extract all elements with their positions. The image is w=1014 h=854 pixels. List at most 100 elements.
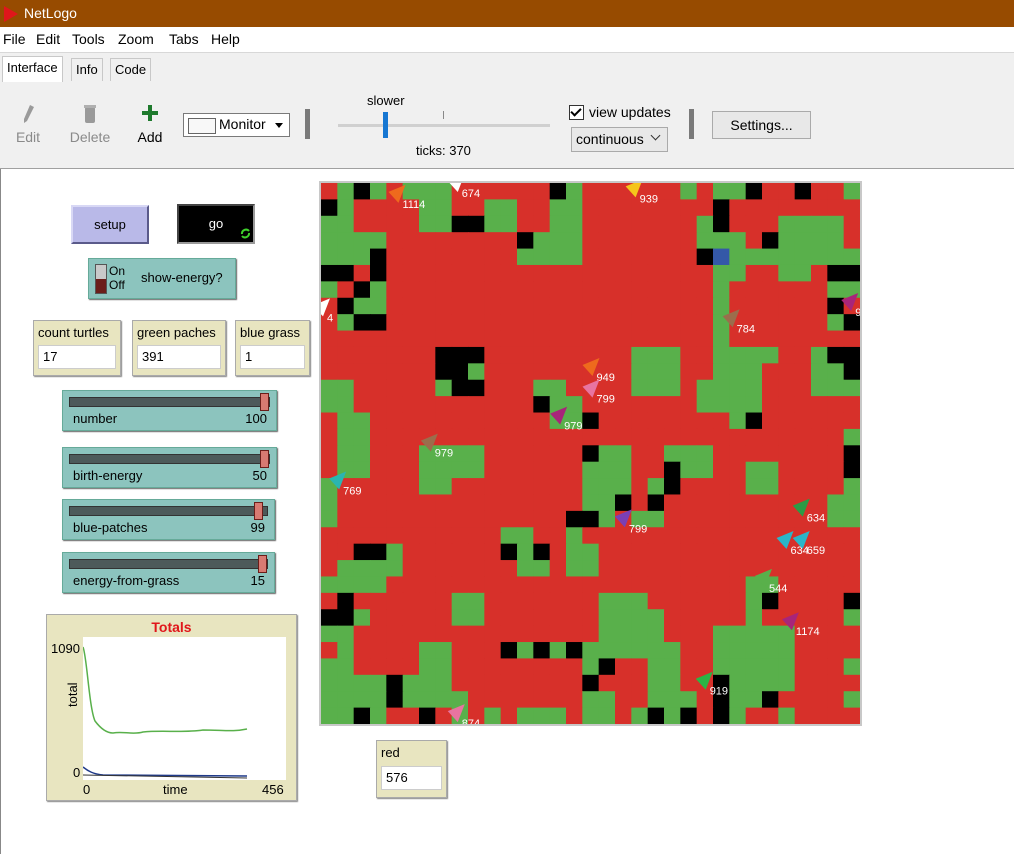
menu-tools[interactable]: Tools bbox=[72, 31, 105, 47]
patch bbox=[794, 691, 812, 709]
menu-bar: File Edit Tools Zoom Tabs Help bbox=[0, 27, 1014, 51]
patch bbox=[631, 642, 649, 660]
patch bbox=[664, 691, 681, 709]
patch bbox=[778, 592, 796, 610]
slider-number[interactable]: number 100 bbox=[62, 390, 277, 431]
view-updates-checkbox[interactable] bbox=[569, 105, 584, 120]
patch bbox=[778, 428, 796, 446]
patch bbox=[533, 592, 551, 610]
patch bbox=[827, 510, 845, 528]
patch bbox=[778, 297, 796, 315]
delete-button[interactable]: Delete bbox=[66, 104, 114, 145]
slider-thumb[interactable] bbox=[260, 450, 269, 468]
patch bbox=[729, 428, 747, 446]
patch bbox=[843, 674, 860, 692]
patch bbox=[370, 658, 387, 676]
slider-thumb[interactable] bbox=[258, 555, 267, 573]
patch bbox=[713, 494, 730, 512]
patch bbox=[664, 264, 681, 282]
patch bbox=[647, 510, 665, 528]
show-energy-switch[interactable]: On Off show-energy? bbox=[88, 258, 236, 299]
patch bbox=[713, 576, 730, 594]
patch bbox=[402, 592, 420, 610]
update-mode-select[interactable]: continuous bbox=[571, 127, 668, 152]
patch bbox=[337, 183, 355, 200]
patch bbox=[500, 396, 518, 414]
slider-thumb[interactable] bbox=[254, 502, 264, 520]
slider-energy-from-grass[interactable]: energy-from-grass 15 bbox=[62, 552, 275, 593]
tab-info[interactable]: Info bbox=[71, 58, 103, 81]
patch bbox=[451, 576, 469, 594]
patch bbox=[729, 494, 747, 512]
patch bbox=[386, 428, 404, 446]
slider-blue-patches[interactable]: blue-patches 99 bbox=[62, 499, 275, 540]
slider-track bbox=[69, 397, 270, 407]
patch bbox=[533, 478, 551, 496]
patch bbox=[745, 658, 763, 676]
patch bbox=[517, 543, 534, 561]
patch bbox=[419, 625, 436, 643]
patch bbox=[468, 543, 485, 561]
patch bbox=[566, 314, 583, 332]
menu-zoom[interactable]: Zoom bbox=[118, 31, 154, 47]
patch bbox=[435, 527, 453, 545]
menu-tabs[interactable]: Tabs bbox=[169, 31, 199, 47]
speed-slider-thumb[interactable] bbox=[383, 112, 388, 138]
patch bbox=[811, 232, 828, 250]
patch bbox=[549, 281, 567, 299]
patch bbox=[549, 445, 567, 463]
menu-edit[interactable]: Edit bbox=[36, 31, 60, 47]
patch bbox=[484, 379, 502, 397]
patch bbox=[451, 215, 469, 233]
patch bbox=[435, 314, 453, 332]
menu-file[interactable]: File bbox=[3, 31, 26, 47]
patch bbox=[582, 248, 600, 266]
setup-button[interactable]: setup bbox=[71, 205, 149, 244]
settings-button[interactable]: Settings... bbox=[712, 111, 811, 139]
slider-thumb[interactable] bbox=[260, 393, 269, 411]
patch bbox=[762, 183, 779, 200]
patch bbox=[713, 281, 730, 299]
patch bbox=[762, 527, 779, 545]
patch bbox=[533, 691, 551, 709]
patch bbox=[402, 183, 420, 200]
patch bbox=[843, 609, 860, 627]
patch bbox=[729, 576, 747, 594]
patch bbox=[631, 461, 649, 479]
patch bbox=[615, 379, 632, 397]
patch bbox=[680, 510, 698, 528]
speed-label: slower bbox=[367, 93, 405, 108]
patch bbox=[353, 314, 371, 332]
patch bbox=[484, 658, 502, 676]
slider-track bbox=[69, 559, 268, 569]
patch bbox=[370, 215, 387, 233]
patch bbox=[566, 346, 583, 364]
patch bbox=[468, 396, 485, 414]
menu-help[interactable]: Help bbox=[211, 31, 240, 47]
patch bbox=[386, 707, 404, 724]
patch bbox=[549, 674, 567, 692]
add-button[interactable]: Add bbox=[134, 104, 166, 145]
tab-code[interactable]: Code bbox=[110, 58, 152, 81]
speed-slider-track[interactable] bbox=[338, 124, 550, 127]
patch bbox=[713, 625, 730, 643]
patch bbox=[468, 281, 485, 299]
go-button[interactable]: go bbox=[177, 204, 255, 244]
patch bbox=[680, 330, 698, 348]
world-view[interactable]: 1114674939994784494979997997976963479963… bbox=[319, 181, 862, 726]
edit-button[interactable]: Edit bbox=[12, 104, 44, 145]
tab-interface[interactable]: Interface bbox=[2, 56, 63, 82]
patch bbox=[549, 314, 567, 332]
patch bbox=[615, 330, 632, 348]
patch bbox=[484, 543, 502, 561]
patch bbox=[598, 412, 616, 430]
patch bbox=[370, 609, 387, 627]
slider-birth-energy[interactable]: birth-energy 50 bbox=[62, 447, 277, 488]
patch bbox=[843, 396, 860, 414]
widget-type-select[interactable]: Monitor bbox=[183, 113, 290, 137]
patch bbox=[500, 264, 518, 282]
patch bbox=[647, 576, 665, 594]
patch bbox=[337, 396, 355, 414]
patch bbox=[419, 510, 436, 528]
patch bbox=[680, 560, 698, 578]
